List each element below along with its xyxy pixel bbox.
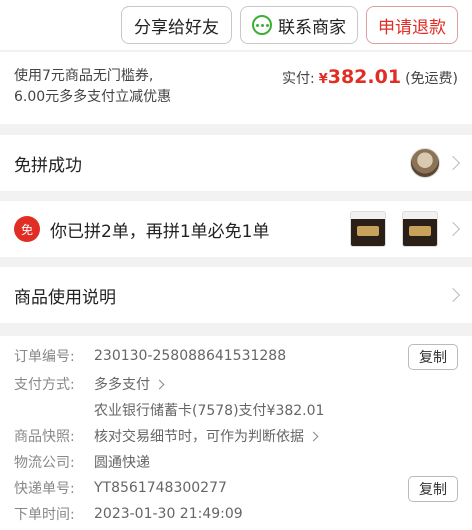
- snapshot-value: 核对交易细节时，可作为判断依据: [94, 429, 304, 445]
- product-thumbnail: [402, 211, 438, 247]
- payment-detail-value: 农业银行储蓄卡(7578)支付¥382.01: [94, 403, 325, 419]
- group-status-title: 免拼成功: [14, 155, 82, 176]
- share-button[interactable]: 分享给好友: [121, 6, 232, 44]
- avatar: [410, 148, 440, 178]
- contact-merchant-button[interactable]: 联系商家: [240, 6, 358, 44]
- free-badge: 免: [14, 216, 40, 242]
- usage-instructions-title: 商品使用说明: [14, 287, 116, 308]
- contact-merchant-label: 联系商家: [278, 17, 346, 38]
- tracking-number-label: 快递单号:: [14, 481, 75, 497]
- chat-icon: [252, 15, 272, 35]
- group-status-row[interactable]: 免拼成功: [0, 135, 472, 191]
- order-details: 订单编号: 230130-258088641531288 复制 支付方式: 多多…: [0, 336, 472, 530]
- payment-detail-row: 农业银行储蓄卡(7578)支付¥382.01: [14, 398, 458, 422]
- payment-method-row[interactable]: 支付方式: 多多支付: [14, 372, 458, 396]
- payment-method-value: 多多支付: [94, 377, 150, 393]
- free-order-promo-text: 你已拼2单，再拼1单必免1单: [50, 221, 270, 242]
- tracking-number-value: YT8561748300277: [94, 480, 227, 496]
- order-time-value: 2023-01-30 21:49:09: [94, 506, 243, 522]
- promo-text: 使用7元商品无门槛券, 6.00元多多支付立减优惠: [14, 66, 234, 108]
- order-time-label: 下单时间:: [14, 507, 75, 523]
- currency-symbol: ¥: [318, 72, 328, 87]
- order-number-row: 订单编号: 230130-258088641531288 复制: [14, 344, 458, 370]
- order-number-label: 订单编号:: [14, 349, 75, 365]
- logistics-label: 物流公司:: [14, 455, 75, 471]
- payment-summary: 使用7元商品无门槛券, 6.00元多多支付立减优惠 实付: ¥382.01 (免…: [0, 52, 472, 124]
- chevron-right-icon: [445, 287, 461, 303]
- logistics-row: 物流公司: 圆通快递: [14, 450, 458, 474]
- amount-value: ¥382.01: [319, 66, 401, 88]
- promo-line-2: 6.00元多多支付立减优惠: [14, 89, 172, 105]
- chevron-right-icon: [445, 155, 461, 171]
- share-button-label: 分享给好友: [134, 17, 219, 38]
- paid-label: 实付:: [281, 71, 315, 87]
- refund-button[interactable]: 申请退款: [366, 6, 458, 44]
- chevron-right-icon: [445, 221, 461, 237]
- snapshot-label: 商品快照:: [14, 429, 75, 445]
- chevron-right-icon: [154, 379, 165, 389]
- free-order-promo-row[interactable]: 免 你已拼2单，再拼1单必免1单: [0, 201, 472, 257]
- product-thumbnail: [350, 211, 386, 247]
- amount-number: 382.01: [327, 66, 402, 88]
- copy-order-number-button[interactable]: 复制: [408, 344, 458, 370]
- paid-amount: 实付: ¥382.01 (免运费): [282, 66, 458, 88]
- payment-method-label: 支付方式:: [14, 377, 75, 393]
- promo-line-1: 使用7元商品无门槛券,: [14, 68, 154, 84]
- chevron-right-icon: [308, 431, 319, 441]
- usage-instructions-row[interactable]: 商品使用说明: [0, 267, 472, 323]
- refund-button-label: 申请退款: [378, 17, 446, 38]
- top-action-bar: 分享给好友 联系商家 申请退款: [0, 0, 472, 50]
- tracking-number-row: 快递单号: YT8561748300277 复制: [14, 476, 458, 502]
- logistics-value: 圆通快递: [94, 455, 150, 471]
- order-number-value: 230130-258088641531288: [94, 348, 287, 364]
- copy-tracking-number-button[interactable]: 复制: [408, 476, 458, 502]
- shipping-note: (免运费): [405, 71, 458, 87]
- order-time-row: 下单时间: 2023-01-30 21:49:09: [14, 502, 458, 526]
- snapshot-row[interactable]: 商品快照: 核对交易细节时，可作为判断依据: [14, 424, 458, 448]
